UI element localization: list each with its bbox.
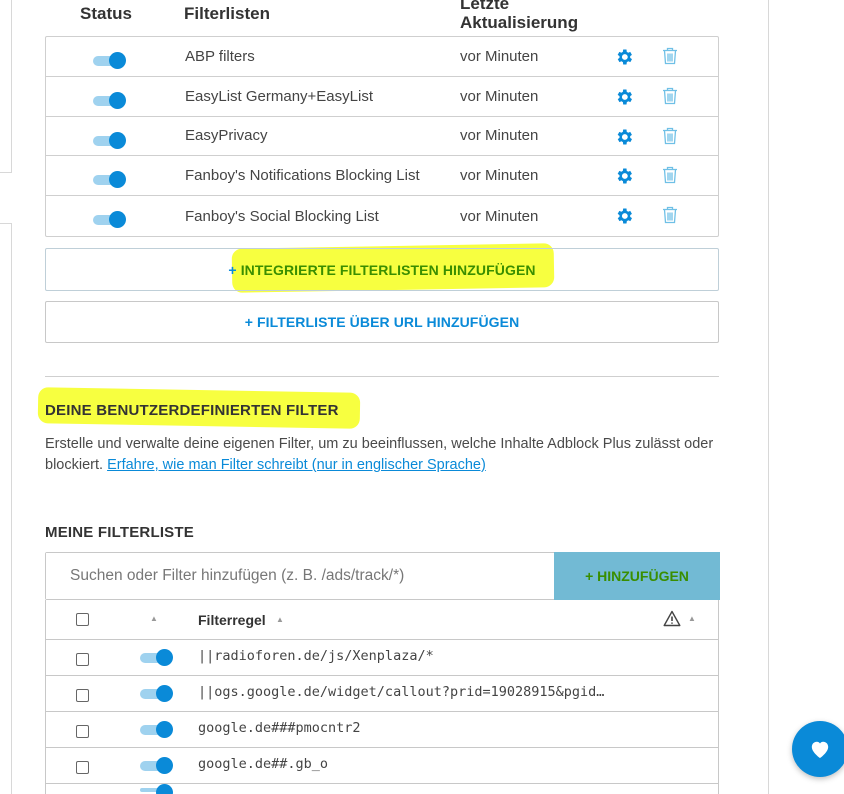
add-builtin-filterlists-button[interactable]: + INTEGRIERTE FILTERLISTEN HINZUFÜGEN [45,248,719,291]
subscription-row: EasyPrivacy vor Minuten [46,117,718,157]
subscription-name: EasyList Germany+EasyList [185,87,373,105]
add-builtin-plus: + [228,261,237,278]
sidebar-edge [0,0,12,794]
select-all-checkbox[interactable] [76,613,89,626]
column-header-last-update: Letzte Aktualisierung [460,0,579,32]
heart-icon [811,741,829,759]
add-builtin-label: INTEGRIERTE FILTERLISTEN HINZUFÜGEN [240,261,536,278]
gear-icon[interactable] [614,166,634,186]
filter-rules-table: ▲ Filterregel ▲ ▲ ||radioforen.de/js/Xen… [45,600,719,794]
column-header-status: Status [80,4,132,23]
rule-toggle[interactable] [140,721,173,738]
content-right-border [768,0,769,794]
rule-toggle[interactable] [140,649,173,666]
column-header-last-update-line1: Letzte [460,0,510,13]
trash-icon[interactable] [662,166,678,184]
column-header-filterlists: Filterlisten [184,4,270,23]
subscription-toggle[interactable] [93,131,126,149]
filter-rule-row: ||radioforen.de/js/Xenplaza/* [46,640,718,676]
subscription-name: Fanboy's Social Blocking List [185,207,379,225]
subscription-row: Fanboy's Notifications Blocking List vor… [46,156,718,197]
filter-search-input[interactable] [46,553,554,599]
trash-icon[interactable] [662,127,678,145]
rule-toggle[interactable] [140,757,173,774]
rule-text[interactable]: ||radioforen.de/js/Xenplaza/* [198,648,648,664]
rule-checkbox[interactable] [76,725,89,738]
subscription-toggle[interactable] [93,171,126,189]
rule-checkbox[interactable] [76,761,89,774]
subscription-table: ABP filters vor Minuten EasyList Germany… [45,36,719,237]
custom-filters-title: DEINE BENUTZERDEFINIERTEN FILTER [45,402,339,419]
add-filter-button[interactable]: + HINZUFÜGEN [554,552,720,600]
rule-text[interactable]: google.de##.gb_o [198,756,648,772]
subscription-row: EasyList Germany+EasyList vor Minuten [46,77,718,117]
subscription-name: EasyPrivacy [185,127,268,145]
subscription-name: ABP filters [185,47,255,65]
subscription-updated: vor Minuten [460,127,539,145]
gear-icon[interactable] [614,87,634,107]
subscription-row: ABP filters vor Minuten [46,37,718,77]
subscription-toggle[interactable] [93,91,126,109]
section-divider [45,376,719,377]
rule-checkbox[interactable] [76,653,89,666]
sort-arrow-icon[interactable]: ▲ [276,615,284,624]
add-url-filterlist-button[interactable]: + FILTERLISTE ÜBER URL HINZUFÜGEN [45,301,719,343]
donate-button[interactable] [792,721,844,777]
column-header-filter-rule[interactable]: Filterregel [198,612,266,628]
filter-rule-row [46,784,718,794]
gear-icon[interactable] [614,47,634,67]
rule-text[interactable]: ||ogs.google.de/widget/callout?prid=1902… [198,684,648,700]
subscription-updated: vor Minuten [460,167,539,185]
column-header-last-update-line2: Aktualisierung [460,13,579,32]
rule-checkbox[interactable] [76,689,89,702]
filter-search-box: + HINZUFÜGEN [45,552,720,600]
filter-rule-row: ||ogs.google.de/widget/callout?prid=1902… [46,676,718,712]
subscription-row: Fanboy's Social Blocking List vor Minute… [46,196,718,236]
add-filter-label: + HINZUFÜGEN [585,568,689,584]
filter-rules-header: ▲ Filterregel ▲ ▲ [46,600,718,640]
trash-icon[interactable] [662,206,678,224]
filter-rule-row: google.de###pmocntr2 [46,712,718,748]
learn-filters-link[interactable]: Erfahre, wie man Filter schreibt (nur in… [107,457,486,473]
trash-icon[interactable] [662,47,678,65]
gear-icon[interactable] [614,127,634,147]
filter-rule-row: google.de##.gb_o [46,748,718,784]
rule-text[interactable]: google.de###pmocntr2 [198,720,648,736]
gear-icon[interactable] [614,206,634,226]
my-filterlist-title: MEINE FILTERLISTE [45,524,194,541]
subscription-toggle[interactable] [93,211,126,229]
subscription-toggle[interactable] [93,52,126,69]
subscription-updated: vor Minuten [460,47,539,65]
warning-icon[interactable] [663,610,681,627]
rule-toggle[interactable] [140,784,173,794]
subscription-updated: vor Minuten [460,87,539,105]
sort-arrow-icon[interactable]: ▲ [688,614,696,623]
custom-filters-description: Erstelle und verwalte deine eigenen Filt… [45,434,735,476]
subscription-updated: vor Minuten [460,207,539,225]
trash-icon[interactable] [662,87,678,105]
subscription-name: Fanboy's Notifications Blocking List [185,167,420,185]
rule-toggle[interactable] [140,685,173,702]
sort-arrow-icon[interactable]: ▲ [150,614,158,623]
sidebar-divider [0,172,12,224]
